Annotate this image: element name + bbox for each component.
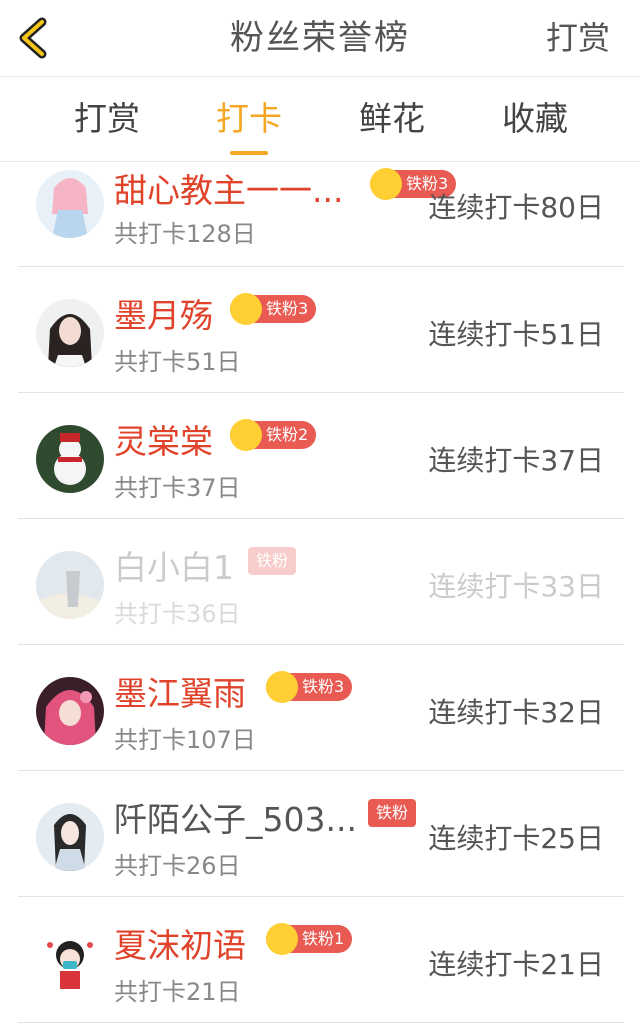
fan-name[interactable]: 甜心教主一一... <box>114 164 343 212</box>
avatar[interactable] <box>36 803 104 871</box>
avatar[interactable] <box>36 551 104 619</box>
tab-bar: 打赏 打卡 鲜花 收藏 <box>0 77 640 162</box>
crown-icon <box>266 923 298 955</box>
tab-favorites[interactable]: 收藏 <box>480 77 590 161</box>
list-item[interactable]: 灵棠棠 铁粉2 共打卡37日 连续打卡37日 <box>18 393 624 519</box>
total-checkins: 共打卡107日 <box>114 726 256 754</box>
total-checkins: 共打卡51日 <box>114 348 241 376</box>
streak-days: 连续打卡51日 <box>428 318 604 351</box>
fan-name[interactable]: 阡陌公子_503... <box>114 793 357 841</box>
list-item[interactable]: 墨江翼雨 铁粉3 共打卡107日 连续打卡32日 <box>18 645 624 771</box>
fan-name[interactable]: 白小白1 <box>114 541 234 589</box>
crown-icon <box>230 293 262 325</box>
fan-level-badge: 铁粉 <box>368 799 417 827</box>
tab-checkin[interactable]: 打卡 <box>194 77 304 161</box>
total-checkins: 共打卡128日 <box>114 220 256 248</box>
fan-level-badge: 铁粉2 <box>230 419 317 451</box>
list-item[interactable]: 阡陌公子_503... 铁粉 共打卡26日 连续打卡25日 <box>18 771 624 897</box>
crown-icon <box>266 671 298 703</box>
streak-days: 连续打卡25日 <box>428 822 604 855</box>
streak-days: 连续打卡21日 <box>428 948 604 981</box>
total-checkins: 共打卡37日 <box>114 474 241 502</box>
avatar[interactable] <box>36 170 104 238</box>
top-bar: 粉丝荣誉榜 打赏 <box>0 0 640 77</box>
avatar[interactable] <box>36 425 104 493</box>
streak-days: 连续打卡80日 <box>428 191 604 224</box>
crown-icon <box>370 168 402 200</box>
list-item[interactable]: 夏沫初语 铁粉1 共打卡21日 连续打卡21日 <box>18 897 624 1023</box>
streak-days: 连续打卡33日 <box>428 570 604 603</box>
streak-days: 连续打卡37日 <box>428 444 604 477</box>
total-checkins: 共打卡21日 <box>114 978 241 1006</box>
active-tab-indicator <box>230 151 268 155</box>
list-item[interactable]: 白小白1 铁粉 共打卡36日 连续打卡33日 <box>18 519 624 645</box>
fan-level-badge: 铁粉 <box>248 547 297 575</box>
ranking-list: 甜心教主一一... 铁粉3 共打卡128日 连续打卡80日 墨月殇 铁粉3 共打… <box>18 162 624 1023</box>
fan-level-badge: 铁粉1 <box>266 923 353 955</box>
list-item[interactable]: 甜心教主一一... 铁粉3 共打卡128日 连续打卡80日 <box>18 162 624 267</box>
fan-name[interactable]: 夏沫初语 <box>114 919 246 967</box>
avatar[interactable] <box>36 929 104 997</box>
tab-reward[interactable]: 打赏 <box>52 77 162 161</box>
fan-name[interactable]: 墨江翼雨 <box>114 667 246 715</box>
streak-days: 连续打卡32日 <box>428 696 604 729</box>
list-item[interactable]: 墨月殇 铁粉3 共打卡51日 连续打卡51日 <box>18 267 624 393</box>
fan-name[interactable]: 墨月殇 <box>114 289 213 337</box>
crown-icon <box>230 419 262 451</box>
avatar[interactable] <box>36 677 104 745</box>
fan-name[interactable]: 灵棠棠 <box>114 415 213 463</box>
avatar[interactable] <box>36 299 104 367</box>
fan-level-badge: 铁粉3 <box>230 293 317 325</box>
total-checkins: 共打卡26日 <box>114 852 241 880</box>
reward-button[interactable]: 打赏 <box>546 0 610 76</box>
total-checkins: 共打卡36日 <box>114 600 241 628</box>
fan-level-badge: 铁粉3 <box>266 671 353 703</box>
page-title: 粉丝荣誉榜 <box>230 18 410 58</box>
tab-flowers[interactable]: 鲜花 <box>337 77 447 161</box>
